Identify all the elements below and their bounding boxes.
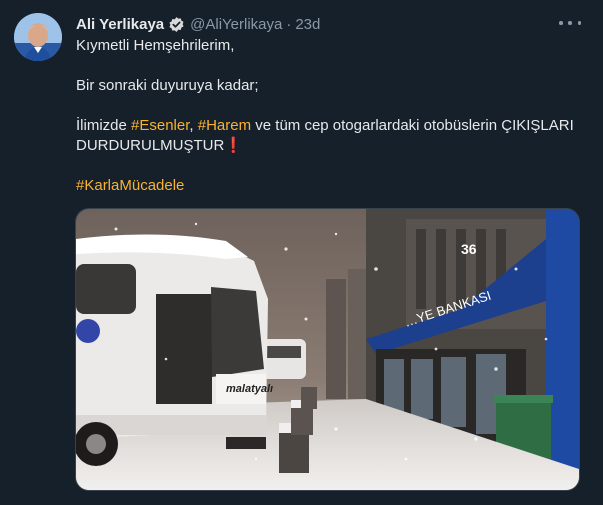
tweet-header: Ali Yerlikaya @AliYerlikaya · 23d — [76, 14, 583, 34]
statement-end: DURDURULMUŞTUR — [76, 137, 225, 154]
hashtag-esenler[interactable]: #Esenler — [131, 117, 189, 134]
statement-prefix: İlimizde — [76, 117, 132, 134]
tweet-text: Kıymetli Hemşehrilerim, Bir sonraki duyu… — [76, 36, 581, 196]
timestamp[interactable]: 23d — [295, 16, 320, 33]
sign-number: 36 — [461, 241, 477, 257]
tweet-card[interactable]: Ali Yerlikaya @AliYerlikaya · 23d Kıymet… — [0, 0, 603, 505]
exclamation-icon: ❗ — [224, 137, 244, 154]
hashtag-harem[interactable]: #Harem — [198, 117, 251, 134]
tweet-photo[interactable]: …YE BANKASI 36 malatyalı — [75, 208, 580, 491]
announcement-line: Bir sonraki duyuruya kadar; — [76, 77, 259, 94]
avatar[interactable] — [14, 13, 62, 61]
greeting-line: Kıymetli Hemşehrilerim, — [76, 37, 235, 54]
hashtag-karlamucadele[interactable]: #KarlaMücadele — [76, 177, 184, 194]
verified-badge-icon — [168, 16, 185, 33]
more-options-icon[interactable] — [559, 14, 581, 32]
author-name[interactable]: Ali Yerlikaya — [76, 16, 164, 33]
bus-brand-text: malatyalı — [226, 383, 273, 395]
separator-dot: · — [286, 15, 292, 33]
comma-text: , — [189, 117, 198, 134]
statement-line: İlimizde #Esenler, #Harem ve tüm cep oto… — [76, 116, 581, 136]
hashtag-line: #KarlaMücadele — [76, 176, 581, 196]
statement-line-2: DURDURULMUŞTUR❗ — [76, 136, 581, 156]
statement-rest: ve tüm cep otogarlardaki otobüslerin ÇIK… — [251, 117, 574, 134]
author-handle[interactable]: @AliYerlikaya — [190, 16, 282, 33]
